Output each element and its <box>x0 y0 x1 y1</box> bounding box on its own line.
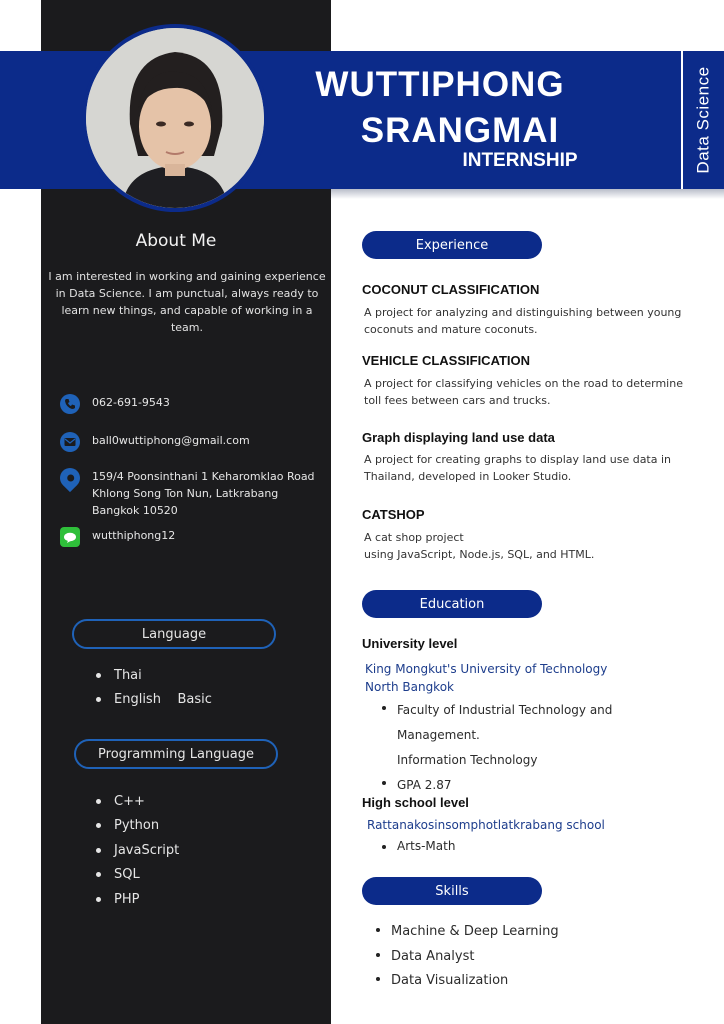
language-list: Thai English Basic <box>96 663 212 712</box>
programming-section-title: Programming Language <box>74 739 278 769</box>
profile-photo-illustration <box>86 28 264 208</box>
list-item: English Basic <box>96 688 212 713</box>
programming-item-text: SQL <box>114 867 140 883</box>
university-details: Faculty of Industrial Technology and Man… <box>382 698 612 798</box>
list-item: Machine & Deep Learning <box>376 920 559 945</box>
experience-heading: CATSHOP <box>362 507 425 522</box>
university-heading: University level <box>362 636 458 651</box>
about-title: About Me <box>135 231 217 251</box>
contact-phone: 062-691-9543 <box>60 394 170 414</box>
experience-title-text: Experience <box>415 237 489 253</box>
list-item: Data Visualization <box>376 969 559 994</box>
language-item-text: Thai <box>114 667 142 683</box>
name-first: WUTTIPHONG <box>315 65 565 104</box>
language-title-text: Language <box>141 626 207 642</box>
position-subtitle: INTERNSHIP <box>462 150 578 171</box>
experience-desc: A project for analyzing and distinguishi… <box>364 306 682 336</box>
experience-desc-line: A cat shop project <box>364 531 464 544</box>
highschool-name: Rattanakosinsomphotlatkrabang school <box>367 818 605 832</box>
programming-item-text: C++ <box>114 793 145 809</box>
banner-divider <box>681 51 683 189</box>
contact-address: 159/4 Poonsinthani 1 Keharomklao Road Kh… <box>55 463 328 519</box>
list-item: PHP <box>96 887 179 912</box>
line-id-text: wutthiphong12 <box>92 529 176 542</box>
email-text: ball0wuttiphong@gmail.com <box>92 434 250 447</box>
name-last: SRANGMAI <box>360 111 560 150</box>
side-label: Data Science <box>684 51 724 189</box>
list-item: Faculty of Industrial Technology and Man… <box>382 698 612 773</box>
experience-desc: A cat shop project using JavaScript, Nod… <box>364 530 684 563</box>
experience-desc: A project for creating graphs to display… <box>364 453 672 483</box>
faculty-line: Faculty of Industrial Technology and <box>397 703 613 717</box>
list-item: Thai <box>96 663 212 688</box>
programming-item-text: JavaScript <box>114 842 180 858</box>
university-name-line: King Mongkut's University of Technology <box>365 662 608 676</box>
list-item: JavaScript <box>96 838 179 863</box>
banner-shadow <box>331 189 724 199</box>
experience-desc-line: using JavaScript, Node.js, SQL, and HTML… <box>364 547 595 561</box>
experience-heading: Graph displaying land use data <box>362 430 555 445</box>
skill-text: Data Visualization <box>391 973 509 988</box>
list-item: Data Analyst <box>376 945 559 970</box>
skills-title-text: Skills <box>435 883 469 899</box>
experience-heading: VEHICLE CLASSIFICATION <box>362 353 531 368</box>
list-item: Python <box>96 814 179 839</box>
education-section-title: Education <box>362 590 542 618</box>
experience-desc: A project for classifying vehicles on th… <box>364 377 683 407</box>
email-icon <box>60 432 80 452</box>
university-name: King Mongkut's University of Technology … <box>365 660 607 696</box>
skill-text: Data Analyst <box>391 948 475 964</box>
university-name-line: North Bangkok <box>365 680 454 694</box>
list-item: Arts-Math <box>382 837 455 855</box>
language-item-text: English Basic <box>114 692 212 708</box>
phone-icon <box>60 394 80 414</box>
faculty-line: Management. <box>397 728 480 742</box>
language-section-title: Language <box>72 619 276 649</box>
name-heading: WUTTIPHONG SRANGMAI <box>290 62 590 154</box>
experience-heading: COCONUT CLASSIFICATION <box>362 282 540 297</box>
programming-item-text: Python <box>114 818 160 834</box>
experience-section-title: Experience <box>362 231 542 259</box>
programming-title-text: Programming Language <box>98 746 254 762</box>
faculty-line: Information Technology <box>397 753 538 767</box>
highschool-details: Arts-Math <box>382 837 455 855</box>
address-text: 159/4 Poonsinthani 1 Keharomklao Road Kh… <box>92 470 315 517</box>
side-label-text: Data Science <box>694 66 713 174</box>
list-item: C++ <box>96 789 179 814</box>
line-app-icon <box>60 527 80 547</box>
highschool-heading: High school level <box>362 795 469 810</box>
highschool-program: Arts-Math <box>397 839 456 853</box>
about-text: I am interested in working and gaining e… <box>48 270 326 334</box>
education-title-text: Education <box>419 596 485 612</box>
phone-text: 062-691-9543 <box>92 396 170 409</box>
location-pin-icon <box>55 463 85 493</box>
skills-list: Machine & Deep Learning Data Analyst Dat… <box>376 920 559 994</box>
programming-item-text: PHP <box>114 891 140 907</box>
contact-line: wutthiphong12 <box>60 527 175 547</box>
contact-email: ball0wuttiphong@gmail.com <box>60 432 250 452</box>
skills-section-title: Skills <box>362 877 542 905</box>
skill-text: Machine & Deep Learning <box>391 924 559 939</box>
list-item: SQL <box>96 863 179 888</box>
profile-photo <box>82 24 268 212</box>
programming-list: C++ Python JavaScript SQL PHP <box>96 789 179 912</box>
